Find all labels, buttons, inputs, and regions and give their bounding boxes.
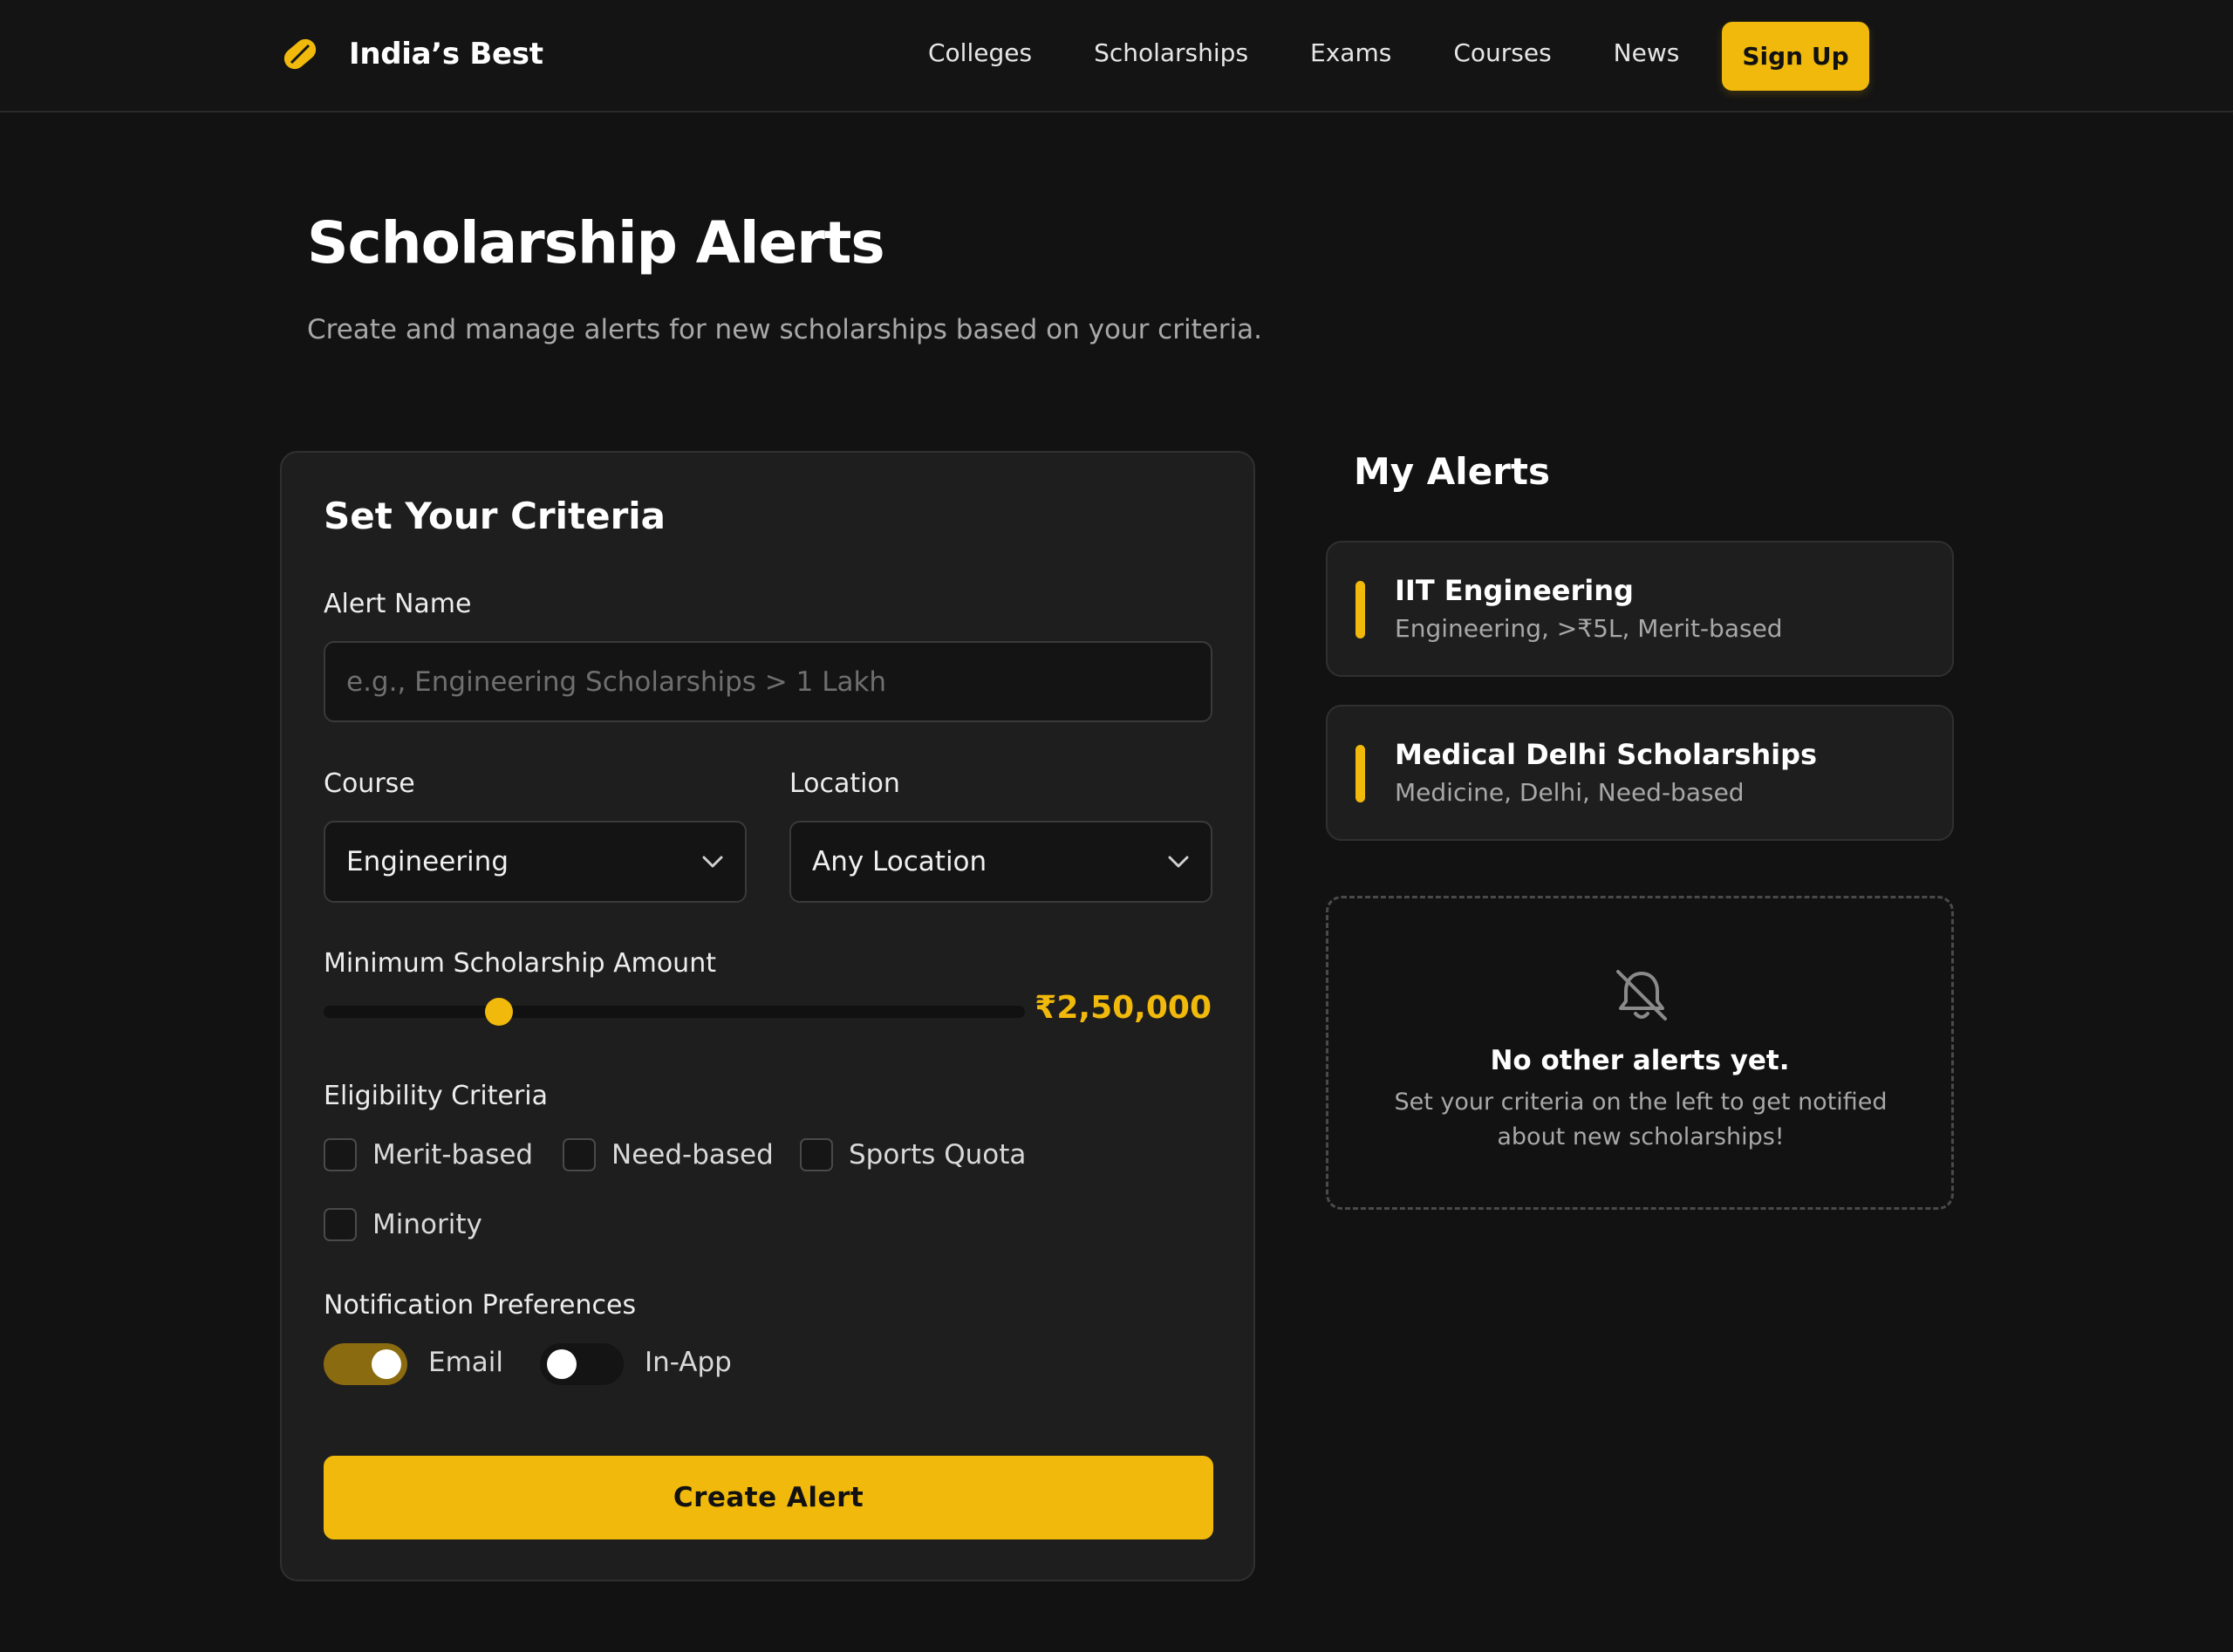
location-select-value: Any Location [812,846,987,877]
alert-name: Medical Delhi Scholarships [1395,738,1818,771]
alert-name-label: Alert Name [324,589,472,619]
in-app-toggle-label: In-App [645,1347,732,1378]
course-label: Course [324,768,415,799]
email-toggle[interactable] [324,1343,407,1385]
bell-off-icon [1616,970,1667,1021]
my-alerts-title: My Alerts [1354,450,1550,493]
create-alert-button[interactable]: Create Alert [324,1456,1213,1539]
checkbox-label: Minority [372,1209,482,1240]
checkbox-sports-quota[interactable]: Sports Quota [800,1138,1026,1171]
checkbox-box[interactable] [324,1208,357,1241]
brand-name: India’s Best [349,37,543,72]
empty-alerts-placeholder: No other alerts yet. Set your criteria o… [1326,896,1954,1210]
brand[interactable]: India’s Best [279,33,543,75]
checkbox-box[interactable] [324,1138,357,1171]
chevron-down-icon [702,856,723,868]
checkbox-label: Sports Quota [849,1139,1027,1171]
eligibility-label: Eligibility Criteria [324,1081,548,1111]
criteria-title: Set Your Criteria [324,495,666,537]
criteria-card: Set Your Criteria Alert Name Course Engi… [280,451,1255,1581]
location-label: Location [789,768,900,799]
nav-news[interactable]: News [1614,38,1680,67]
checkbox-need-based[interactable]: Need-based [563,1138,774,1171]
checkbox-label: Need-based [611,1139,774,1171]
alert-card[interactable]: IIT Engineering Engineering, >₹5L, Merit… [1326,541,1954,677]
empty-title: No other alerts yet. [1490,1045,1790,1076]
checkbox-label: Merit-based [372,1139,534,1171]
nav-exams[interactable]: Exams [1310,38,1391,67]
amount-label: Minimum Scholarship Amount [324,948,716,979]
checkbox-box[interactable] [800,1138,833,1171]
page-subtitle: Create and manage alerts for new scholar… [307,314,1263,345]
in-app-toggle[interactable] [540,1343,624,1385]
nav-colleges[interactable]: Colleges [928,38,1032,67]
location-select[interactable]: Any Location [789,821,1212,903]
checkbox-minority[interactable]: Minority [324,1208,482,1241]
sign-up-button[interactable]: Sign Up [1722,22,1869,91]
toggle-knob [372,1349,401,1379]
nav-courses[interactable]: Courses [1453,38,1551,67]
amount-value: ₹2,50,000 [1035,990,1212,1026]
top-navbar: India’s Best Colleges Scholarships Exams… [0,0,2233,113]
notification-label: Notification Preferences [324,1290,637,1321]
toggle-knob [547,1349,577,1379]
chevron-down-icon [1168,856,1189,868]
alert-accent-bar [1356,581,1365,638]
course-select-value: Engineering [346,846,509,877]
nav-scholarships[interactable]: Scholarships [1094,38,1248,67]
course-select[interactable]: Engineering [324,821,747,903]
alert-card[interactable]: Medical Delhi Scholarships Medicine, Del… [1326,705,1954,841]
email-toggle-label: Email [428,1347,504,1378]
main-nav: Colleges Scholarships Exams Courses News [928,38,1679,67]
alert-name: IIT Engineering [1395,574,1634,607]
empty-text: Set your criteria on the left to get not… [1394,1089,1888,1150]
page-title: Scholarship Alerts [307,209,885,276]
alert-description: Engineering, >₹5L, Merit-based [1395,614,1783,643]
tag-icon [283,38,317,70]
alert-name-input[interactable] [324,641,1212,722]
checkbox-merit-based[interactable]: Merit-based [324,1138,533,1171]
slider-thumb[interactable] [485,998,513,1026]
checkbox-box[interactable] [563,1138,596,1171]
alert-description: Medicine, Delhi, Need-based [1395,778,1745,807]
alert-accent-bar [1356,745,1365,802]
amount-slider[interactable] [324,998,1025,1026]
